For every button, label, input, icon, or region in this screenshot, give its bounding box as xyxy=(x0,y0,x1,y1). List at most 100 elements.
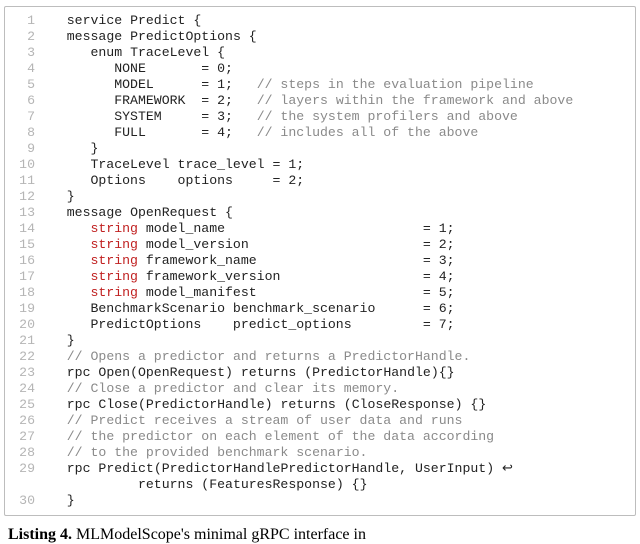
code-token: { xyxy=(193,13,209,28)
code-token: { xyxy=(217,45,225,60)
code-token: enum xyxy=(90,45,130,60)
code-cell: // the predictor on each element of the … xyxy=(43,429,629,445)
code-token: ){} xyxy=(431,365,455,380)
line-number: 29 xyxy=(9,461,43,477)
caption-text: MLModelScope's minimal gRPC interface in xyxy=(76,526,366,543)
code-cell: // to the provided benchmark scenario. xyxy=(43,445,629,461)
line-number: 30 xyxy=(9,493,43,509)
code-cell: rpc Open(OpenRequest) returns (Predictor… xyxy=(43,365,629,381)
line-number: 6 xyxy=(9,93,43,109)
code-cell: } xyxy=(43,493,629,509)
code-line: 8 FULL = 4; // includes all of the above xyxy=(9,125,629,141)
code-cell: FULL = 4; // includes all of the above xyxy=(43,125,629,141)
code-listing-frame: 1 service Predict { 2 message PredictOpt… xyxy=(4,6,636,516)
line-number: 10 xyxy=(9,157,43,173)
code-token: PredictOptions xyxy=(130,29,249,44)
code-token: string xyxy=(90,269,137,284)
code-token: framework_name = 3; xyxy=(138,253,455,268)
code-line: 5 MODEL = 1; // steps in the evaluation … xyxy=(9,77,629,93)
code-token: Options options = 2; xyxy=(90,173,304,188)
line-number: 7 xyxy=(9,109,43,125)
code-token: string xyxy=(90,253,137,268)
code-token: } xyxy=(67,189,75,204)
code-line: 29 rpc Predict(PredictorHandlePredictorH… xyxy=(9,461,629,477)
code-token: // Opens a predictor and returns a Predi… xyxy=(67,349,471,364)
code-line: 24 // Close a predictor and clear its me… xyxy=(9,381,629,397)
code-token: } xyxy=(67,493,75,508)
code-line: 16 string framework_name = 3; xyxy=(9,253,629,269)
code-token: message xyxy=(67,205,130,220)
code-cell: // Close a predictor and clear its memor… xyxy=(43,381,629,397)
code-token: FRAMEWORK = 2; xyxy=(114,93,256,108)
code-line: 20 PredictOptions predict_options = 7; xyxy=(9,317,629,333)
line-number: 20 xyxy=(9,317,43,333)
code-token: // layers within the framework and above xyxy=(257,93,574,108)
line-number: 22 xyxy=(9,349,43,365)
code-line: 23 rpc Open(OpenRequest) returns (Predic… xyxy=(9,365,629,381)
line-number: 18 xyxy=(9,285,43,301)
code-cell: message OpenRequest { xyxy=(43,205,629,221)
code-line: 13 message OpenRequest { xyxy=(9,205,629,221)
code-token: TraceLevel xyxy=(130,45,217,60)
code-token: } xyxy=(90,141,98,156)
code-line: 14 string model_name = 1; xyxy=(9,221,629,237)
code-cell: BenchmarkScenario benchmark_scenario = 6… xyxy=(43,301,629,317)
code-cell: PredictOptions predict_options = 7; xyxy=(43,317,629,333)
code-token: ) {} xyxy=(455,397,487,412)
code-token: ) xyxy=(265,397,281,412)
code-token: PredictorHandle xyxy=(312,365,431,380)
code-cell: string framework_version = 4; xyxy=(43,269,629,285)
line-number: 27 xyxy=(9,429,43,445)
code-token: ( xyxy=(344,397,352,412)
code-token: string xyxy=(90,221,137,236)
line-number: 4 xyxy=(9,61,43,77)
code-cell: enum TraceLevel { xyxy=(43,45,629,61)
code-cell: NONE = 0; xyxy=(43,61,629,77)
code-line: 21 } xyxy=(9,333,629,349)
code-cell: string model_version = 2; xyxy=(43,237,629,253)
line-number: 17 xyxy=(9,269,43,285)
code-token: CloseResponse xyxy=(352,397,455,412)
line-number: 5 xyxy=(9,77,43,93)
code-line: 25 rpc Close(PredictorHandle) returns (C… xyxy=(9,397,629,413)
code-line: 3 enum TraceLevel { xyxy=(9,45,629,61)
line-number: 26 xyxy=(9,413,43,429)
listing-caption: Listing 4. MLModelScope's minimal gRPC i… xyxy=(4,526,636,544)
code-token: // includes all of the above xyxy=(257,125,479,140)
code-token: PredictorHandlePredictorHandle xyxy=(162,461,399,476)
code-line: 26 // Predict receives a stream of user … xyxy=(9,413,629,429)
code-token: ) {} xyxy=(336,477,368,492)
code-line: 15 string model_version = 2; xyxy=(9,237,629,253)
code-cell: TraceLevel trace_level = 1; xyxy=(43,157,629,173)
code-token: Predict xyxy=(98,461,153,476)
line-number: 19 xyxy=(9,301,43,317)
code-token: service xyxy=(67,13,130,28)
code-token: model_version = 2; xyxy=(138,237,455,252)
code-token: ) xyxy=(225,365,241,380)
code-token: PredictOptions predict_options = 7; xyxy=(90,317,454,332)
code-line: 22 // Opens a predictor and returns a Pr… xyxy=(9,349,629,365)
code-token: ) xyxy=(486,461,502,476)
line-number: 23 xyxy=(9,365,43,381)
code-body: 1 service Predict { 2 message PredictOpt… xyxy=(9,13,629,509)
code-token: ( xyxy=(154,461,162,476)
code-cell: } xyxy=(43,189,629,205)
code-cell: message PredictOptions { xyxy=(43,29,629,45)
code-line: 28 // to the provided benchmark scenario… xyxy=(9,445,629,461)
code-line: 30 } xyxy=(9,493,629,509)
line-number xyxy=(9,477,43,493)
code-table: 1 service Predict { 2 message PredictOpt… xyxy=(9,13,629,509)
code-token: framework_version = 4; xyxy=(138,269,455,284)
code-line: returns (FeaturesResponse) {} xyxy=(9,477,629,493)
line-number: 3 xyxy=(9,45,43,61)
caption-label: Listing 4. xyxy=(8,526,72,543)
code-cell: // Opens a predictor and returns a Predi… xyxy=(43,349,629,365)
code-cell: } xyxy=(43,333,629,349)
code-line: 17 string framework_version = 4; xyxy=(9,269,629,285)
code-token: model_manifest = 5; xyxy=(138,285,455,300)
code-token: ↩ xyxy=(502,461,513,476)
code-line: 10 TraceLevel trace_level = 1; xyxy=(9,157,629,173)
code-token: Close xyxy=(98,397,138,412)
code-token: FULL = 4; xyxy=(114,125,256,140)
code-line: 11 Options options = 2; xyxy=(9,173,629,189)
